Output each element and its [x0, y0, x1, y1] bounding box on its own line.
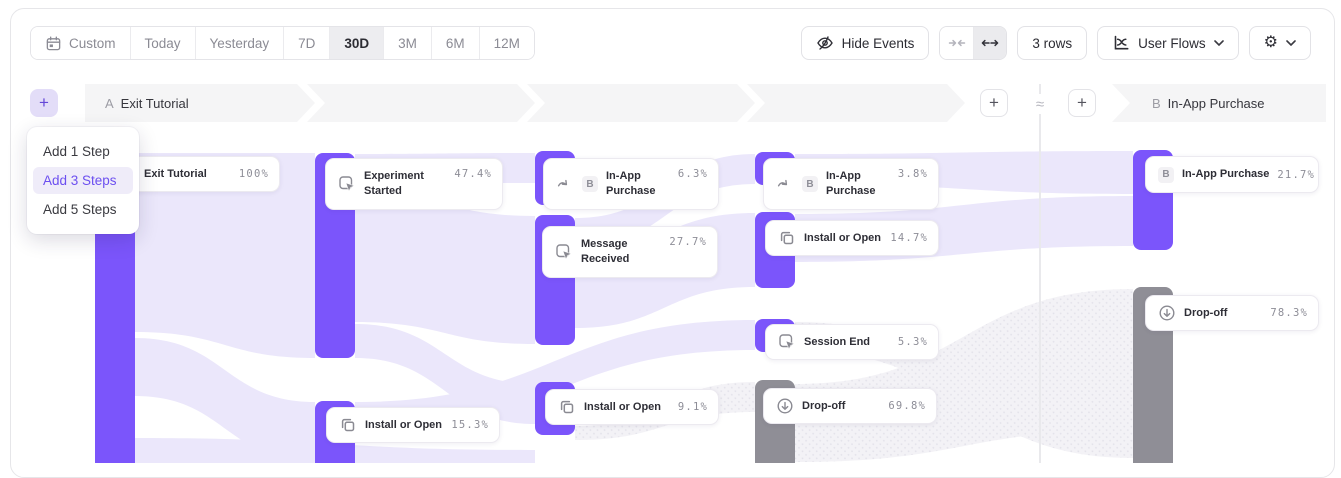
event-click-icon — [338, 175, 356, 193]
step-header-band-a[interactable] — [85, 84, 965, 122]
node-experiment-started[interactable]: Experiment Started 47.4% — [325, 158, 503, 210]
node-message-received[interactable]: Message Received 27.7% — [542, 226, 718, 278]
date-range-30d[interactable]: 30D — [330, 27, 384, 59]
event-click-icon — [555, 243, 573, 261]
event-click-icon — [778, 333, 796, 351]
dropoff-icon — [776, 397, 794, 415]
user-flows-icon — [1112, 34, 1130, 52]
collapse-expand-toggle — [939, 26, 1007, 60]
node-drop-off-2[interactable]: Drop-off 78.3% — [1145, 295, 1319, 331]
node-session-end[interactable]: Session End 5.3% — [765, 324, 939, 360]
add-step-button[interactable]: + — [30, 89, 58, 117]
expand-icon — [981, 34, 999, 52]
toolbar: Custom Today Yesterday 7D 30D 3M 6M 12M … — [30, 26, 1311, 60]
add-step-menu: Add 1 Step Add 3 Steps Add 5 Steps — [27, 127, 139, 234]
step-header-b[interactable]: B In-App Purchase — [1152, 84, 1265, 122]
toolbar-right-cluster: Hide Events 3 rows User Flows — [801, 26, 1311, 60]
chevron-down-icon — [1214, 40, 1224, 46]
date-range-6m[interactable]: 6M — [432, 27, 480, 59]
date-range-label: Custom — [69, 36, 116, 51]
section-divider — [1039, 84, 1041, 463]
gear-icon: ⚙ — [1264, 35, 1278, 51]
menu-item-add-5-steps[interactable]: Add 5 Steps — [33, 196, 133, 223]
expand-columns-button[interactable] — [973, 27, 1006, 59]
chart-type-dropdown[interactable]: User Flows — [1097, 26, 1239, 60]
step-b-badge: B — [1158, 167, 1174, 183]
hide-events-button[interactable]: Hide Events — [801, 26, 930, 60]
chevron-down-icon — [1286, 40, 1296, 46]
install-icon — [339, 416, 357, 434]
curved-arrow-icon — [556, 175, 574, 193]
curved-arrow-icon — [776, 175, 794, 193]
eye-off-icon — [816, 34, 834, 52]
add-column-right-button[interactable]: + — [980, 89, 1008, 117]
date-range-7d[interactable]: 7D — [284, 27, 330, 59]
node-in-app-purchase-2[interactable]: B In-App Purchase 3.8% — [763, 158, 939, 210]
date-range-yesterday[interactable]: Yesterday — [196, 27, 285, 59]
approx-divider-icon: ≈ — [1030, 94, 1050, 114]
node-drop-off-1[interactable]: Drop-off 69.8% — [763, 388, 937, 424]
node-in-app-purchase-1[interactable]: B In-App Purchase 6.3% — [543, 158, 719, 210]
install-icon — [558, 398, 576, 416]
node-install-or-open-1[interactable]: Install or Open 15.3% — [326, 407, 500, 443]
collapse-columns-button[interactable] — [940, 27, 973, 59]
add-column-left-of-b-button[interactable]: + — [1068, 89, 1096, 117]
node-install-or-open-3[interactable]: Install or Open 14.7% — [765, 220, 939, 256]
date-range-3m[interactable]: 3M — [384, 27, 432, 59]
dropoff-icon — [1158, 304, 1176, 322]
step-b-badge: B — [802, 176, 818, 192]
date-range-today[interactable]: Today — [131, 27, 196, 59]
collapse-icon — [948, 34, 966, 52]
step-b-badge: B — [582, 176, 598, 192]
menu-item-add-3-steps[interactable]: Add 3 Steps — [33, 167, 133, 194]
date-range-group: Custom Today Yesterday 7D 30D 3M 6M 12M — [30, 26, 535, 60]
calendar-icon — [45, 35, 62, 52]
settings-dropdown[interactable]: ⚙ — [1249, 26, 1311, 60]
menu-item-add-1-step[interactable]: Add 1 Step — [33, 138, 133, 165]
step-header-a[interactable]: A Exit Tutorial — [105, 84, 189, 122]
node-install-or-open-2[interactable]: Install or Open 9.1% — [545, 389, 719, 425]
date-range-custom[interactable]: Custom — [31, 27, 131, 59]
flow-ribbons-dropoff — [575, 289, 1133, 462]
date-range-12m[interactable]: 12M — [480, 27, 534, 59]
node-in-app-purchase-b[interactable]: B In-App Purchase 21.7% — [1145, 156, 1319, 193]
rows-button[interactable]: 3 rows — [1017, 26, 1087, 60]
install-icon — [778, 229, 796, 247]
